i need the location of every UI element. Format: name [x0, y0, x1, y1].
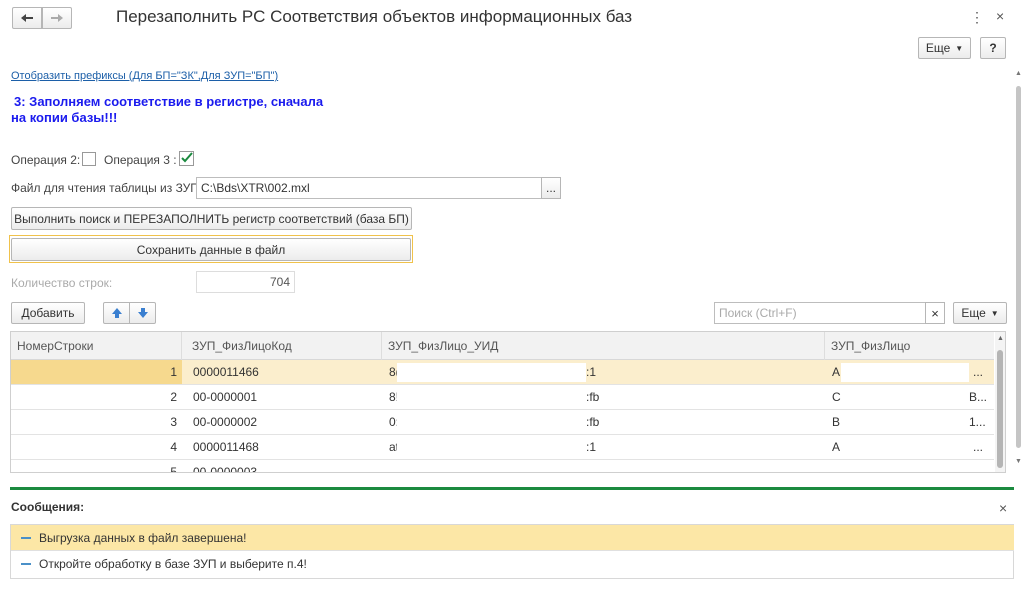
dropdown-caret-icon: ▼	[955, 43, 964, 53]
more-menu-button[interactable]: Еще ▼	[918, 37, 971, 59]
window-close-icon[interactable]: ×	[996, 8, 1004, 24]
table-row[interactable]: 2 00-0000001 8! :fb С В...	[11, 385, 994, 410]
table-scrollbar[interactable]: ▲	[995, 332, 1005, 472]
cell-code: 00-0000002	[193, 415, 258, 429]
save-to-file-button[interactable]: Сохранить данные в файл	[11, 238, 411, 261]
dropdown-caret-icon: ▼	[990, 308, 999, 318]
message-text: Откройте обработку в базе ЗУП и выберите…	[39, 557, 307, 571]
message-item[interactable]: Выгрузка данных в файл завершена!	[11, 525, 1014, 551]
cell-uid-end: :1	[586, 440, 597, 454]
forward-button[interactable]	[42, 7, 72, 29]
window-scroll-down-icon[interactable]: ▼	[1015, 458, 1022, 465]
instruction-heading-line1: 3: Заполняем соответствие в регистре, сн…	[14, 94, 324, 109]
redaction-block	[397, 363, 586, 382]
scroll-up-arrow-icon[interactable]: ▲	[997, 335, 1004, 342]
column-header-uid[interactable]: ЗУП_ФизЛицо_УИД	[382, 332, 825, 360]
redaction-block	[841, 363, 969, 382]
redaction-block	[397, 413, 586, 432]
cell-num: 1	[170, 365, 177, 379]
column-header-num[interactable]: НомерСтроки	[11, 332, 182, 360]
move-down-button[interactable]	[129, 302, 156, 324]
redaction-block	[397, 438, 586, 457]
window-title: Перезаполнить РС Соответствия объектов и…	[116, 7, 633, 26]
cell-person-end: ...	[973, 365, 984, 379]
help-button[interactable]: ?	[980, 37, 1006, 59]
redaction-block	[841, 413, 969, 432]
redaction-block	[397, 388, 586, 407]
cell-code: 00-0000001	[193, 390, 258, 404]
cell-uid-end: :fb	[586, 390, 600, 404]
scrollbar-thumb[interactable]	[997, 350, 1003, 468]
file-path-input[interactable]: C:\Bds\XTR\002.mxl	[196, 177, 542, 199]
cell-person-end: 1...	[969, 415, 986, 429]
cell-num: 4	[170, 440, 177, 454]
back-button[interactable]	[12, 7, 42, 29]
more-menu-label: Еще	[925, 41, 951, 55]
operation2-checkbox[interactable]	[82, 152, 96, 166]
cell-code: 00-0000003	[193, 465, 258, 472]
cell-person-end: ...	[973, 440, 984, 454]
messages-title: Сообщения:	[11, 500, 85, 514]
file-path-value: C:\Bds\XTR\002.mxl	[201, 181, 310, 195]
redaction-block	[841, 388, 969, 407]
operation3-label: Операция 3 :	[104, 153, 177, 167]
message-text: Выгрузка данных в файл завершена!	[39, 530, 247, 545]
arrow-up-icon	[111, 308, 122, 318]
operation2-label: Операция 2:	[11, 153, 81, 167]
cell-num: 2	[170, 390, 177, 404]
table-row[interactable]: 3 00-0000002 0: :fb В 1...	[11, 410, 994, 435]
cell-num: 5	[170, 465, 177, 472]
arrow-right-icon	[51, 14, 63, 22]
arrow-down-icon	[137, 308, 148, 318]
search-clear-button[interactable]: ×	[925, 302, 945, 324]
arrow-left-icon	[21, 14, 33, 22]
rows-count-field: 704	[196, 271, 295, 293]
table-search-placeholder: Поиск (Ctrl+F)	[719, 306, 797, 320]
table-body: 1 0000011466 8( :1 А ... 2 00-0000001 8!…	[11, 360, 994, 472]
file-label: Файл для чтения таблицы из ЗУП:	[11, 181, 203, 195]
move-up-button[interactable]	[103, 302, 130, 324]
table-row[interactable]: 1 0000011466 8( :1 А ...	[11, 360, 994, 385]
table-row[interactable]: 4 0000011468 at :1 А ...	[11, 435, 994, 460]
table-row[interactable]: 5 00-0000003	[11, 460, 994, 472]
window-scroll-up-icon[interactable]: ▲	[1015, 70, 1022, 77]
operation3-checkbox[interactable]	[179, 151, 194, 166]
message-bullet-icon	[21, 563, 31, 565]
table-search-input[interactable]: Поиск (Ctrl+F)	[714, 302, 926, 324]
cell-code: 0000011466	[193, 365, 259, 379]
messages-separator	[10, 487, 1014, 490]
window-menu-icon[interactable]: ⋮	[970, 9, 984, 26]
cell-num: 3	[170, 415, 177, 429]
window-scrollbar-thumb[interactable]	[1016, 86, 1021, 448]
file-choose-button[interactable]: ...	[541, 177, 561, 199]
message-bullet-icon	[21, 536, 31, 539]
cell-uid-end: :fb	[586, 415, 600, 429]
add-row-button[interactable]: Добавить	[11, 302, 85, 324]
column-header-code[interactable]: ЗУП_ФизЛицоКод	[186, 332, 382, 360]
message-item[interactable]: Откройте обработку в базе ЗУП и выберите…	[11, 551, 1014, 577]
rows-count-label: Количество строк:	[11, 276, 113, 290]
checkmark-icon	[181, 152, 193, 163]
window-scrollbar[interactable]: ▲ ▼	[1014, 70, 1023, 470]
redaction-block	[841, 438, 969, 457]
table-more-button[interactable]: Еще ▼	[953, 302, 1007, 324]
cell-uid-end: :1	[586, 365, 597, 379]
instruction-heading-line2: на копии базы!!!	[11, 110, 118, 125]
prefixes-link[interactable]: Отобразить префиксы (Для БП="ЗК",Для ЗУП…	[11, 70, 278, 82]
run-repopulate-button[interactable]: Выполнить поиск и ПЕРЕЗАПОЛНИТЬ регистр …	[11, 207, 412, 230]
cell-code: 0000011468	[193, 440, 259, 454]
rows-count-value: 704	[269, 275, 290, 289]
table-more-label: Еще	[961, 306, 986, 320]
messages-close-icon[interactable]: ×	[999, 500, 1007, 516]
cell-person-end: В...	[969, 390, 988, 404]
column-header-person[interactable]: ЗУП_ФизЛицо	[825, 332, 994, 360]
